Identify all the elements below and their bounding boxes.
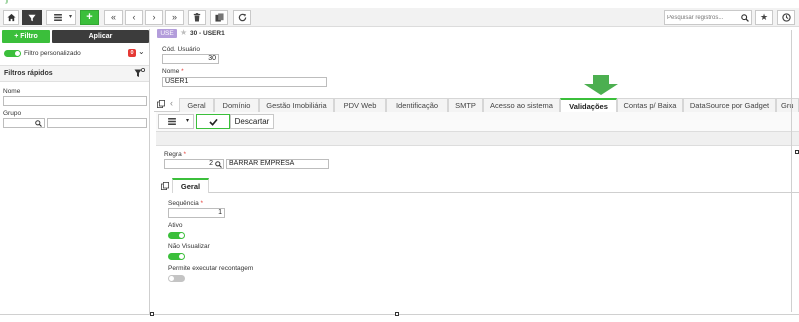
tab-gestao-imobiliaria[interactable]: Gestão Imobiliária: [259, 98, 334, 112]
resize-handle[interactable]: [395, 312, 399, 316]
resize-handle[interactable]: [795, 150, 799, 154]
tab-geral[interactable]: Geral: [179, 98, 214, 112]
tab-validacoes[interactable]: Validações: [560, 98, 617, 113]
filter-count-badge: 0: [128, 49, 136, 57]
required-marker: *: [200, 200, 204, 207]
nome-label: Nome *: [162, 68, 184, 75]
tab-bar: ‹ Geral Domínio Gestão Imobiliária PDV W…: [154, 96, 799, 113]
resize-handle[interactable]: [150, 312, 154, 316]
chevron-down-icon: ▾: [68, 14, 72, 20]
detail-actions-bar: ▾ Descartar: [156, 112, 799, 131]
tab-gru[interactable]: Gru: [776, 98, 799, 112]
section-divider: [156, 131, 799, 146]
add-button[interactable]: +: [80, 10, 99, 25]
arrow-down-icon: [584, 75, 618, 95]
home-icon[interactable]: [3, 10, 19, 25]
tabs-scroll-left-icon[interactable]: ‹: [170, 98, 173, 108]
filtro-button-label: Filtro: [20, 33, 38, 40]
filter-settings-icon[interactable]: [134, 67, 146, 82]
nome-field[interactable]: USER1: [162, 77, 327, 87]
copy-icon[interactable]: [161, 182, 169, 192]
sequencia-field[interactable]: 1: [168, 208, 225, 218]
vertical-scrollbar[interactable]: [791, 30, 792, 312]
filtros-rapidos-title: Filtros rápidos: [4, 70, 53, 77]
top-strip: ⟫: [0, 0, 799, 6]
grupo-filter-label: Grupo: [3, 110, 22, 117]
record-header: USE ★ 30 - USER1: [154, 28, 799, 39]
nao-visualizar-toggle[interactable]: [168, 253, 185, 260]
nao-visualizar-label: Não Visualizar: [168, 243, 210, 250]
copy-icon[interactable]: [157, 100, 165, 110]
record-type-badge: USE: [157, 29, 177, 38]
tab-pdv-web[interactable]: PDV Web: [334, 98, 386, 112]
tab-contas-p-baixa[interactable]: Contas p/ Baixa: [617, 98, 683, 112]
filtro-personalizado-label: Filtro personalizado: [24, 50, 81, 57]
tab-dominio[interactable]: Domínio: [214, 98, 259, 112]
favorite-star-icon[interactable]: ★: [755, 10, 773, 25]
record-title: 30 - USER1: [190, 30, 225, 37]
chevron-down-icon: ▾: [185, 118, 189, 124]
chevron-down-icon[interactable]: ⌄: [138, 47, 145, 56]
confirm-button[interactable]: [196, 114, 230, 129]
clock-icon[interactable]: [777, 10, 795, 25]
required-marker: *: [183, 151, 187, 158]
required-marker: *: [181, 68, 184, 75]
ativo-label: Ativo: [168, 222, 183, 229]
bottom-border: [0, 314, 799, 315]
filter-panel: + Filtro Aplicar Filtro personalizado 0 …: [0, 29, 150, 314]
inner-tab-bar: Geral: [172, 178, 799, 193]
search-icon[interactable]: [215, 160, 222, 171]
recontagem-toggle[interactable]: [168, 275, 185, 282]
favorite-star-icon[interactable]: ★: [180, 28, 187, 37]
grupo-name-input[interactable]: [47, 118, 147, 128]
cod-usuario-label: Cód. Usuário: [162, 46, 200, 53]
tab-acesso-ao-sistema[interactable]: Acesso ao sistema: [483, 98, 560, 112]
regra-code-field[interactable]: 2: [164, 159, 224, 169]
regra-label: Regra *: [164, 151, 186, 158]
filter-icon[interactable]: [22, 10, 42, 25]
tab-smtp[interactable]: SMTP: [448, 98, 483, 112]
tab-identificacao[interactable]: Identificação: [386, 98, 448, 112]
nome-filter-label: Nome: [3, 88, 21, 95]
regra-label-text: Regra: [164, 151, 182, 158]
search-input[interactable]: [667, 12, 741, 23]
record-form: USE ★ 30 - USER1 Cód. Usuário 30 Nome * …: [154, 28, 799, 314]
search-icon[interactable]: [741, 11, 749, 26]
regra-name-field[interactable]: BARRAR EMPRESA: [226, 159, 329, 169]
inner-tab-geral[interactable]: Geral: [172, 178, 209, 193]
app-logo-icon: ⟫: [5, 0, 9, 5]
refresh-icon[interactable]: [233, 10, 251, 25]
filtro-button[interactable]: + Filtro: [2, 30, 50, 43]
tab-datasource-por-gadget[interactable]: DataSource por Gadget: [683, 98, 776, 112]
next-record-button[interactable]: ›: [145, 10, 163, 25]
grupo-code-input[interactable]: [3, 118, 45, 128]
recontagem-label: Permite executar recontagem: [168, 265, 254, 272]
first-record-button[interactable]: «: [104, 10, 123, 25]
sequencia-label: Sequência *: [168, 200, 203, 207]
nome-filter-input[interactable]: [3, 96, 147, 106]
ativo-toggle[interactable]: [168, 232, 185, 239]
cod-usuario-field[interactable]: 30: [162, 54, 219, 64]
filtro-personalizado-toggle[interactable]: [4, 50, 21, 57]
filtros-rapidos-header: Filtros rápidos: [0, 65, 149, 82]
regra-code-value: 2: [209, 160, 213, 167]
delete-button[interactable]: [188, 10, 206, 25]
copy-icon[interactable]: [210, 10, 228, 25]
search-box: [664, 10, 752, 25]
last-record-button[interactable]: »: [165, 10, 184, 25]
nome-label-text: Nome: [162, 68, 180, 75]
sequencia-label-text: Sequência: [168, 200, 199, 207]
main-toolbar: ▾ + « ‹ › » ★: [0, 8, 799, 27]
view-mode-dropdown[interactable]: ▾: [158, 114, 194, 129]
descartar-button[interactable]: Descartar: [230, 114, 274, 129]
previous-record-button[interactable]: ‹: [125, 10, 143, 25]
aplicar-button[interactable]: Aplicar: [52, 30, 149, 43]
search-icon[interactable]: [35, 119, 42, 130]
view-mode-dropdown[interactable]: ▾: [46, 10, 76, 25]
